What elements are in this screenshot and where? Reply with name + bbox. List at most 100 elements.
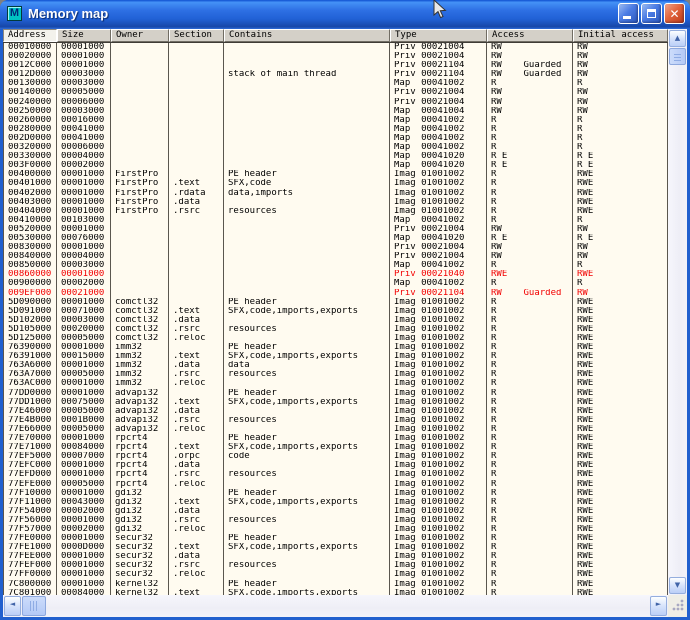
- table-row[interactable]: 0090000000002000Map 00041002RR: [3, 279, 668, 288]
- cell-section: .reloc: [169, 570, 224, 579]
- cell-size: 00001000: [57, 225, 111, 234]
- table-row[interactable]: 0040100000001000FirstPro.textSFX,codeIma…: [3, 179, 668, 188]
- scroll-down-button[interactable]: ▼: [669, 577, 686, 594]
- table-row[interactable]: 77FEF00000001000secur32.rsrcresourcesIma…: [3, 561, 668, 570]
- cell-access: R: [487, 370, 573, 379]
- column-header-owner[interactable]: Owner: [111, 29, 169, 42]
- table-row[interactable]: 0025000000003000Map 00041004RWRW: [3, 107, 668, 116]
- table-row[interactable]: 0002000000001000Priv 00021004RWRW: [3, 52, 668, 61]
- table-row[interactable]: 77FF000000001000secur32.relocImag 010010…: [3, 570, 668, 579]
- table-row[interactable]: 77EF500000007000rpcrt4.orpccodeImag 0100…: [3, 452, 668, 461]
- cell-initial-access: RWE: [573, 525, 668, 534]
- table-row[interactable]: 77E4600000005000advapi32.dataImag 010010…: [3, 407, 668, 416]
- table-row[interactable]: 77FEE00000001000secur32.dataImag 0100100…: [3, 552, 668, 561]
- table-row[interactable]: 77EFD00000001000rpcrt4.rsrcresourcesImag…: [3, 470, 668, 479]
- table-row[interactable]: 0086000000001000Priv 00021040RWERWE: [3, 270, 668, 279]
- table-row[interactable]: 5D10500000020000comctl32.rsrcresourcesIm…: [3, 325, 668, 334]
- table-row[interactable]: 0040200000001000FirstPro.rdatadata,impor…: [3, 189, 668, 198]
- table-row[interactable]: 77F5600000001000gdi32.rsrcresourcesImag …: [3, 516, 668, 525]
- table-row[interactable]: 763AC00000001000imm32.relocImag 01001002…: [3, 379, 668, 388]
- cell-initial-access: RW: [573, 43, 668, 52]
- table-row[interactable]: 77F5700000002000gdi32.relocImag 01001002…: [3, 525, 668, 534]
- table-row[interactable]: 7639100000015000imm32.textSFX,code,impor…: [3, 352, 668, 361]
- horizontal-scrollbar[interactable]: ◄ ►: [3, 595, 668, 617]
- table-row[interactable]: 0013000000003000Map 00041002RR: [3, 79, 668, 88]
- cell-section: [169, 580, 224, 589]
- scroll-right-button[interactable]: ►: [650, 596, 667, 616]
- table-row[interactable]: 5D09000000001000comctl32PE headerImag 01…: [3, 298, 668, 307]
- table-row[interactable]: 0033000000004000Map 00041020R ER E: [3, 152, 668, 161]
- horizontal-scroll-track[interactable]: [46, 595, 649, 617]
- table-row[interactable]: 0040000000001000FirstProPE headerImag 01…: [3, 170, 668, 179]
- column-header-address[interactable]: Address: [3, 29, 57, 42]
- title-bar[interactable]: M Memory map ✕: [0, 0, 690, 29]
- table-row[interactable]: 763A700000005000imm32.rsrcresourcesImag …: [3, 370, 668, 379]
- table-row[interactable]: 0083000000001000Priv 00021004RWRW: [3, 243, 668, 252]
- scroll-up-button[interactable]: ▲: [669, 30, 686, 47]
- maximize-button[interactable]: [641, 3, 662, 24]
- table-row[interactable]: 77E7100000084000rpcrt4.textSFX,code,impo…: [3, 443, 668, 452]
- cell-contains: [224, 198, 390, 207]
- table-row[interactable]: 002D000000041000Map 00041002RR: [3, 134, 668, 143]
- cell-section: .data: [169, 316, 224, 325]
- column-header-size[interactable]: Size: [57, 29, 111, 42]
- table-row[interactable]: 77DD100000075000advapi32.textSFX,code,im…: [3, 398, 668, 407]
- table-row[interactable]: 77E6600000005000advapi32.relocImag 01001…: [3, 425, 668, 434]
- table-row[interactable]: 0032000000006000Map 00041002RR: [3, 143, 668, 152]
- close-button[interactable]: ✕: [664, 3, 685, 24]
- cell-section: [169, 261, 224, 270]
- table-row[interactable]: 0052000000001000Priv 00021004RWRW: [3, 225, 668, 234]
- table-row[interactable]: 0084000000004000Priv 00021004RWRW: [3, 252, 668, 261]
- cell-size: 00003000: [57, 79, 111, 88]
- table-row[interactable]: 0026000000016000Map 00041002RR: [3, 116, 668, 125]
- table-row[interactable]: 77EFE00000005000rpcrt4.relocImag 0100100…: [3, 480, 668, 489]
- vertical-scrollbar[interactable]: ▲ ▼: [668, 29, 687, 595]
- column-header-initial-access[interactable]: Initial access: [573, 29, 668, 42]
- table-row[interactable]: 5D12500000005000comctl32.relocImag 01001…: [3, 334, 668, 343]
- column-header-section[interactable]: Section: [169, 29, 224, 42]
- cell-owner: rpcrt4: [111, 480, 169, 489]
- table-row[interactable]: 0028000000041000Map 00041002RR: [3, 125, 668, 134]
- table-row[interactable]: 77F5400000002000gdi32.dataImag 01001002R…: [3, 507, 668, 516]
- table-row[interactable]: 0024000000006000Priv 00021004RWRW: [3, 98, 668, 107]
- table-row[interactable]: 0053000000076000Map 00041020R ER E: [3, 234, 668, 243]
- vertical-scroll-track[interactable]: [668, 65, 687, 576]
- table-row[interactable]: 0085000000003000Map 00041002RR: [3, 261, 668, 270]
- table-row[interactable]: 763A600000001000imm32.datadataImag 01001…: [3, 361, 668, 370]
- cell-type: Priv 00021104: [390, 70, 487, 79]
- table-row[interactable]: 0001000000001000Priv 00021004RWRW: [3, 43, 668, 52]
- table-row[interactable]: 77E7000000001000rpcrt4PE headerImag 0100…: [3, 434, 668, 443]
- table-row[interactable]: 77DD000000001000advapi32PE headerImag 01…: [3, 389, 668, 398]
- table-row[interactable]: 77FE10000000D000secur32.textSFX,code,imp…: [3, 543, 668, 552]
- cell-access: R: [487, 552, 573, 561]
- cell-access: R: [487, 398, 573, 407]
- table-row[interactable]: 7639000000001000imm32PE headerImag 01001…: [3, 343, 668, 352]
- table-row[interactable]: 77E4B0000001B000advapi32.rsrcresourcesIm…: [3, 416, 668, 425]
- cell-address: 763A7000: [3, 370, 57, 379]
- table-row[interactable]: 003F000000002000Map 00041020R ER E: [3, 161, 668, 170]
- column-header-contains[interactable]: Contains: [224, 29, 390, 42]
- table-row[interactable]: 5D10200000003000comctl32.dataImag 010010…: [3, 316, 668, 325]
- table-row[interactable]: 0014000000005000Priv 00021004RWRW: [3, 88, 668, 97]
- table-row[interactable]: 0040300000001000FirstPro.dataImag 010010…: [3, 198, 668, 207]
- cell-address: 77E71000: [3, 443, 57, 452]
- cell-type: Imag 01001002: [390, 361, 487, 370]
- horizontal-scroll-thumb[interactable]: [22, 596, 46, 616]
- table-row[interactable]: 77F1100000043000gdi32.textSFX,code,impor…: [3, 498, 668, 507]
- table-row[interactable]: 77F1000000001000gdi32PE headerImag 01001…: [3, 489, 668, 498]
- table-row[interactable]: 0012C00000001000Priv 00021104RW GuardedR…: [3, 61, 668, 70]
- table-row[interactable]: 5D09100000071000comctl32.textSFX,code,im…: [3, 307, 668, 316]
- table-row[interactable]: 77EFC00000001000rpcrt4.dataImag 01001002…: [3, 461, 668, 470]
- table-row[interactable]: 0041000000103000Map 00041002RR: [3, 216, 668, 225]
- table-row[interactable]: 0012D00000003000stack of main threadPriv…: [3, 70, 668, 79]
- table-row[interactable]: 7C80000000001000kernel32PE headerImag 01…: [3, 580, 668, 589]
- vertical-scroll-thumb[interactable]: [669, 48, 686, 65]
- minimize-button[interactable]: [618, 3, 639, 24]
- scroll-left-button[interactable]: ◄: [4, 596, 21, 616]
- table-row[interactable]: 0040400000001000FirstPro.rsrcresourcesIm…: [3, 207, 668, 216]
- table-row[interactable]: 009EF00000021000Priv 00021104RW GuardedR…: [3, 289, 668, 298]
- table-row[interactable]: 77FE000000001000secur32PE headerImag 010…: [3, 534, 668, 543]
- column-header-type[interactable]: Type: [390, 29, 487, 42]
- column-header-access[interactable]: Access: [487, 29, 573, 42]
- resize-grip[interactable]: [668, 595, 687, 617]
